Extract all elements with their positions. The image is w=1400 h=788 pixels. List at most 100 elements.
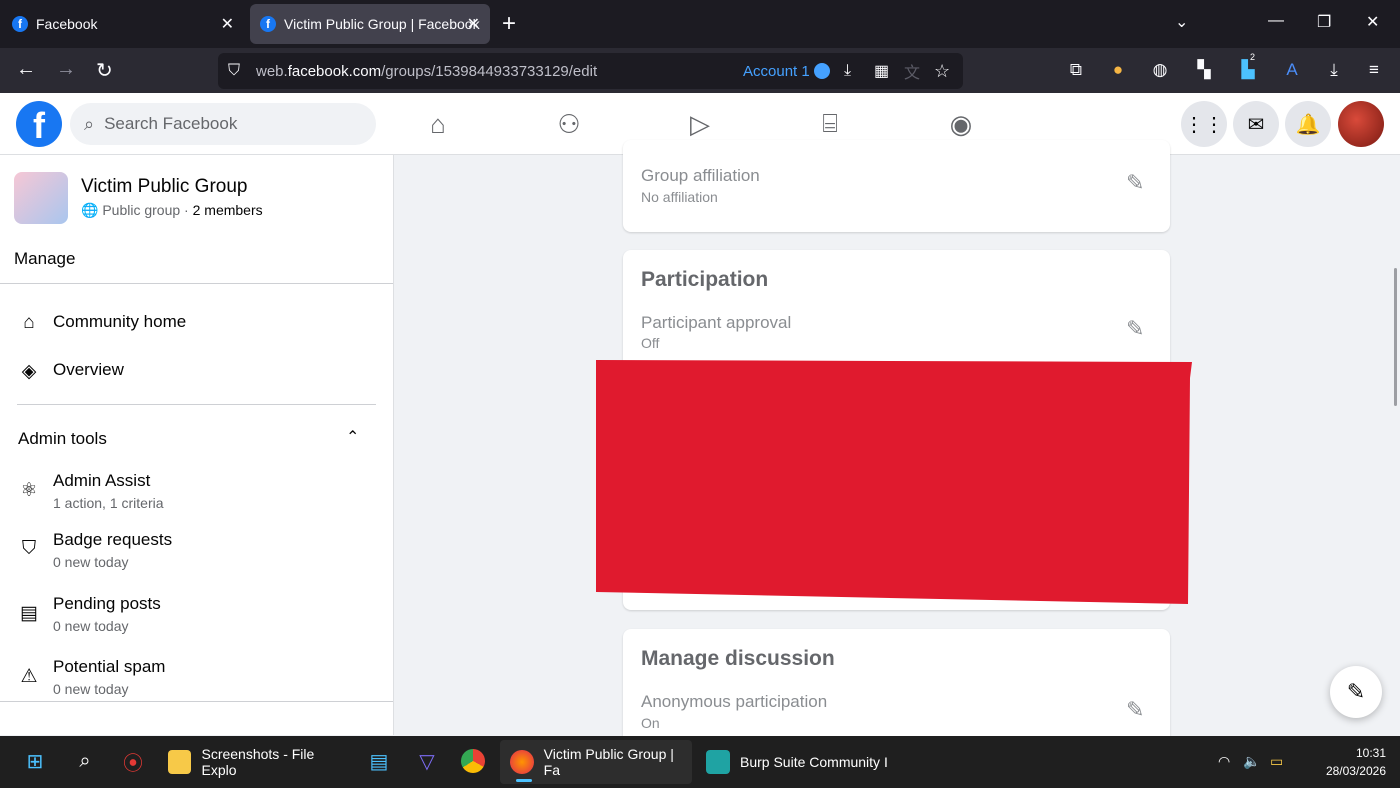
group-affiliation-card: Group affiliation No affiliation ✎ (623, 140, 1170, 232)
manage-heading: Manage (14, 249, 76, 268)
sidebar-item-admin-assist[interactable]: ⚛ Admin Assist 1 action, 1 criteria (17, 471, 163, 511)
translate-page-icon[interactable]: 文 (904, 59, 920, 83)
url-bar[interactable]: ⛉ web.facebook.com/groups/15398449337331… (218, 53, 963, 89)
divider (0, 283, 393, 284)
new-tab-icon[interactable]: + (502, 10, 516, 38)
search-input[interactable]: ⌕ Search Facebook (70, 103, 376, 145)
marketplace-icon[interactable]: ⌸ (813, 107, 847, 141)
save-button[interactable]: Save (1031, 541, 1153, 580)
group-affiliation-label: Group affiliation (641, 166, 760, 185)
battery-icon[interactable]: ▭ (1270, 753, 1283, 770)
extension-cookie-icon[interactable]: ● (1108, 60, 1128, 80)
downloads-icon[interactable]: ⤓ (1324, 60, 1344, 80)
option-description: Only allow profiles to participate in th… (641, 498, 917, 514)
menu-icon[interactable]: ≡ (1364, 60, 1384, 80)
anonymous-participation-label: Anonymous participation (641, 692, 828, 711)
restore-icon[interactable]: ❐ (1317, 12, 1331, 32)
reload-icon[interactable]: ↻ (96, 58, 113, 83)
browser-tab-bar: f Facebook ✕ f Victim Public Group | Fac… (0, 0, 1400, 48)
close-tab-icon[interactable]: ✕ (467, 14, 480, 34)
firefox-icon (510, 750, 534, 774)
sidebar-item-badge-requests[interactable]: ⛉ Badge requests 0 new today (17, 530, 172, 570)
extension-palette-icon[interactable]: ◍ (1150, 60, 1170, 80)
page-scrollbar[interactable] (1394, 268, 1397, 406)
edit-pencil-icon[interactable]: ✎ (1126, 170, 1144, 196)
bookmark-star-icon[interactable]: ☆ (934, 61, 950, 82)
option-title: Profiles and Pages (641, 416, 776, 433)
download-page-icon[interactable]: ⤓ (844, 62, 851, 80)
notifications-bell-icon[interactable]: 🔔 (1285, 101, 1331, 147)
back-icon[interactable]: ← (16, 58, 36, 81)
option-description: Allow both Pages and profiles to partici… (641, 439, 988, 455)
extension-translate-icon[interactable]: A (1282, 60, 1302, 80)
sidebar-item-potential-spam[interactable]: ⚠ Potential spam 0 new today (17, 657, 165, 697)
shield-icon[interactable]: ⛉ (228, 62, 240, 80)
taskbar-search-icon[interactable]: ⌕ (72, 748, 98, 774)
taskbar-app-firefox[interactable]: Victim Public Group | Fa (500, 740, 692, 784)
taskbar-app-burp-suite[interactable]: Burp Suite Community I (696, 740, 888, 784)
avatar[interactable] (1338, 101, 1384, 147)
watch-icon[interactable]: ▷ (683, 107, 717, 141)
container-label[interactable]: Account 1 (743, 63, 830, 80)
divider (0, 701, 393, 702)
participant-approval-value: Off (641, 335, 660, 351)
container-dot-icon (813, 63, 830, 79)
home-icon[interactable]: ⌂ (421, 107, 455, 141)
sidebar-item-community-home[interactable]: ⌂ Community home (17, 312, 186, 334)
taskbar-app-file-explorer[interactable]: Screenshots - File Explo (158, 740, 350, 784)
participant-approval-label: Participant approval (641, 313, 792, 332)
participation-heading: Participation (641, 268, 769, 291)
cancel-button[interactable]: Cancel (946, 548, 1022, 576)
close-tab-icon[interactable]: ✕ (221, 14, 234, 34)
facebook-favicon-icon: f (260, 16, 276, 32)
anonymous-participation-value: On (641, 715, 660, 731)
warning-icon: ⚠ (20, 666, 38, 687)
group-affiliation-value: No affiliation (641, 189, 718, 205)
notepad-icon[interactable]: ▤ (366, 748, 392, 774)
messenger-icon[interactable]: ✉ (1233, 101, 1279, 147)
tab-title: Victim Public Group | Facebook (284, 16, 480, 32)
new-message-compose-button[interactable]: ✎ (1330, 666, 1382, 718)
qr-code-icon[interactable]: ▦ (874, 61, 889, 81)
facebook-logo-icon[interactable]: f (16, 101, 62, 147)
url-text[interactable]: web.facebook.com/groups/1539844933733129… (256, 63, 597, 80)
system-clock[interactable]: 10:31 28/03/2026 (1310, 744, 1386, 780)
group-name[interactable]: Victim Public Group (81, 176, 248, 198)
sidebar-item-pending-posts[interactable]: ▤ Pending posts 0 new today (17, 594, 161, 634)
radio-only-profiles[interactable] (1131, 484, 1153, 506)
volume-icon[interactable]: 🔈 (1243, 753, 1260, 770)
option-title: Only profiles (641, 475, 730, 492)
edit-pencil-icon[interactable]: ✎ (1126, 697, 1144, 723)
chrome-icon[interactable] (460, 748, 486, 774)
folder-icon (168, 750, 192, 774)
tab-list-chevron-icon[interactable]: ⌄ (1175, 12, 1188, 32)
wifi-icon[interactable]: ◠ (1218, 753, 1230, 770)
friends-icon[interactable]: ⚇ (552, 107, 586, 141)
extension-grid-icon[interactable]: ▚ (1194, 60, 1214, 80)
group-cover-thumbnail[interactable] (14, 172, 68, 224)
radio-profiles-and-pages[interactable] (1131, 424, 1153, 446)
groups-icon[interactable]: ◉ (944, 107, 978, 141)
edit-pencil-icon[interactable]: ✎ (1126, 316, 1144, 342)
windows-taskbar: ⊞ ⌕ ⦿ Screenshots - File Explo ▤ ▽ Victi… (0, 736, 1400, 788)
clock-date: 28/03/2026 (1325, 764, 1386, 778)
close-window-icon[interactable]: ✕ (1366, 12, 1379, 32)
minimize-icon[interactable]: — (1268, 12, 1284, 30)
browser-tab-victim-group[interactable]: f Victim Public Group | Facebook ✕ (250, 4, 490, 44)
vpn-icon[interactable]: ▽ (414, 748, 440, 774)
browser-tab-facebook[interactable]: f Facebook ✕ (2, 4, 244, 44)
clock-time: 10:31 (1355, 746, 1386, 760)
chevron-up-icon[interactable]: ⌃ (346, 427, 359, 447)
extensions-icon[interactable]: ⧉ (1066, 60, 1086, 80)
extension-badge-icon[interactable]: ▙ 2 (1238, 52, 1258, 80)
globe-icon: 🌐 (81, 202, 99, 218)
admin-tools-heading[interactable]: Admin tools (18, 429, 107, 449)
sidebar-item-overview[interactable]: ◈ Overview (17, 360, 124, 383)
menu-grid-icon[interactable]: ⋮⋮ (1181, 101, 1227, 147)
record-icon[interactable]: ⦿ (120, 748, 146, 775)
divider (17, 404, 376, 405)
windows-start-icon[interactable]: ⊞ (22, 748, 48, 774)
layers-icon: ◈ (21, 361, 37, 382)
pending-posts-icon: ▤ (20, 603, 38, 624)
forward-icon[interactable]: → (56, 58, 76, 81)
